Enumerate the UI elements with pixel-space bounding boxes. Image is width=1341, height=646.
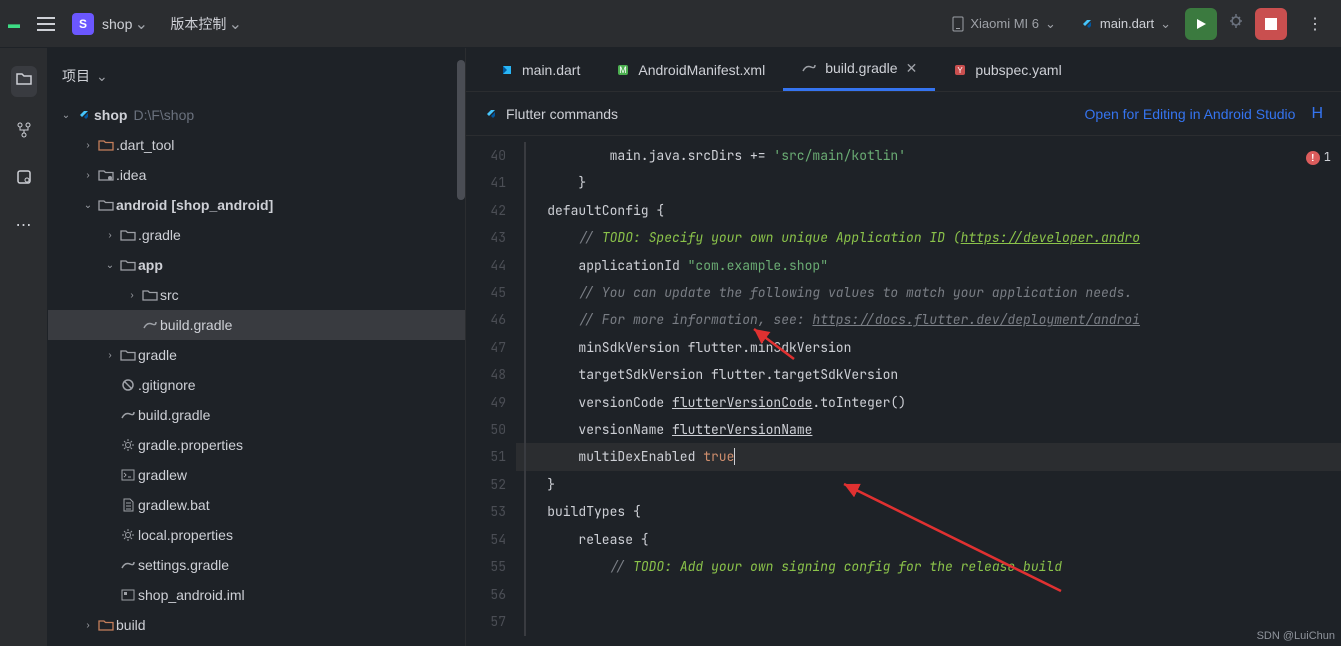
bug-icon [1227,12,1245,30]
structure-icon [15,121,33,139]
chevron-down-icon[interactable]: ⌄ [226,14,244,34]
error-icon: ! [1306,151,1320,165]
folder-icon [15,70,33,88]
chevron-down-icon[interactable]: ⌄ [132,14,150,34]
editor-tabs: main.dartMAndroidManifest.xmlbuild.gradl… [466,48,1341,92]
tree-item[interactable]: settings.gradle [48,550,465,580]
tree-item[interactable]: ⌄app [48,250,465,280]
structure-tool-button[interactable] [15,121,33,144]
project-tool-button[interactable] [11,66,37,97]
project-name[interactable]: shop [102,16,132,32]
tree-item[interactable]: ›build [48,610,465,640]
debug-button[interactable] [1227,12,1245,35]
svg-text:M: M [620,65,628,75]
run-config-selector[interactable]: main.dart ⌄ [1080,16,1171,32]
tree-item[interactable]: shop_android.iml [48,580,465,610]
tree-item[interactable]: gradlew [48,460,465,490]
tree-item[interactable]: gradle.properties [48,430,465,460]
gutter[interactable]: 404142434445464748495051525354555657 [466,136,516,646]
tree-item[interactable]: ›.gradle [48,220,465,250]
banner-label: Flutter commands [506,106,618,122]
chevron-down-icon[interactable]: ⌄ [96,68,108,85]
editor-tab[interactable]: Ypubspec.yaml [935,48,1079,91]
left-tool-strip: ⋯ [0,48,48,646]
tree-item[interactable]: gradlew.bat [48,490,465,520]
open-android-studio-link[interactable]: Open for Editing in Android Studio [1085,106,1296,122]
code-content[interactable]: main.java.srcDirs += 'src/main/kotlin' }… [516,136,1341,646]
watermark: SDN @LuiChun [1257,630,1335,642]
run-button[interactable] [1185,8,1217,40]
resource-icon [15,168,33,186]
banner-link-extra[interactable]: H [1311,105,1323,123]
tree-item[interactable]: ›.idea [48,160,465,190]
vcs-menu[interactable]: 版本控制 [170,14,226,34]
project-icon: S [72,13,94,35]
main-menu-button[interactable] [28,6,64,42]
error-indicator[interactable]: ! 1 [1306,144,1331,171]
editor: main.dartMAndroidManifest.xmlbuild.gradl… [466,48,1341,646]
resource-tool-button[interactable] [15,168,33,191]
tree-item[interactable]: ⌄android[shop_android] [48,190,465,220]
scrollbar[interactable] [457,60,465,200]
tree-root[interactable]: ⌄shopD:\F\shop [48,100,465,130]
tree-item[interactable]: build.gradle [48,310,465,340]
tree-item[interactable]: ›gradle [48,340,465,370]
editor-tab[interactable]: main.dart [482,48,598,91]
project-panel: 项目 ⌄ ⌄shopD:\F\shop›.dart_tool›.idea⌄and… [48,48,466,646]
device-selector[interactable]: Xiaomi MI 6 ⌄ [952,16,1056,32]
close-icon[interactable]: ✕ [906,60,918,77]
tree-item[interactable]: .gitignore [48,370,465,400]
stop-button[interactable] [1255,8,1287,40]
titlebar: ▬ S shop ⌄ 版本控制 ⌄ Xiaomi MI 6 ⌄ main.dar… [0,0,1341,48]
play-icon [1194,17,1208,31]
more-tools-button[interactable]: ⋯ [16,215,32,235]
editor-tab[interactable]: build.gradle✕ [783,48,935,91]
phone-icon [952,16,964,32]
svg-text:Y: Y [958,66,964,75]
more-button[interactable]: ⋮ [1297,14,1333,34]
android-icon: ▬ [8,17,20,31]
tree-item[interactable]: ›.dart_tool [48,130,465,160]
flutter-icon [1080,17,1094,31]
project-panel-title: 项目 [62,66,90,86]
tree-item[interactable]: local.properties [48,520,465,550]
editor-tab[interactable]: MAndroidManifest.xml [598,48,783,91]
project-tree[interactable]: ⌄shopD:\F\shop›.dart_tool›.idea⌄android[… [48,100,465,646]
tree-item[interactable]: ›src [48,280,465,310]
flutter-banner: Flutter commands Open for Editing in And… [466,92,1341,136]
tree-item[interactable]: build.gradle [48,400,465,430]
stop-icon [1265,18,1277,30]
flutter-icon [484,107,498,121]
